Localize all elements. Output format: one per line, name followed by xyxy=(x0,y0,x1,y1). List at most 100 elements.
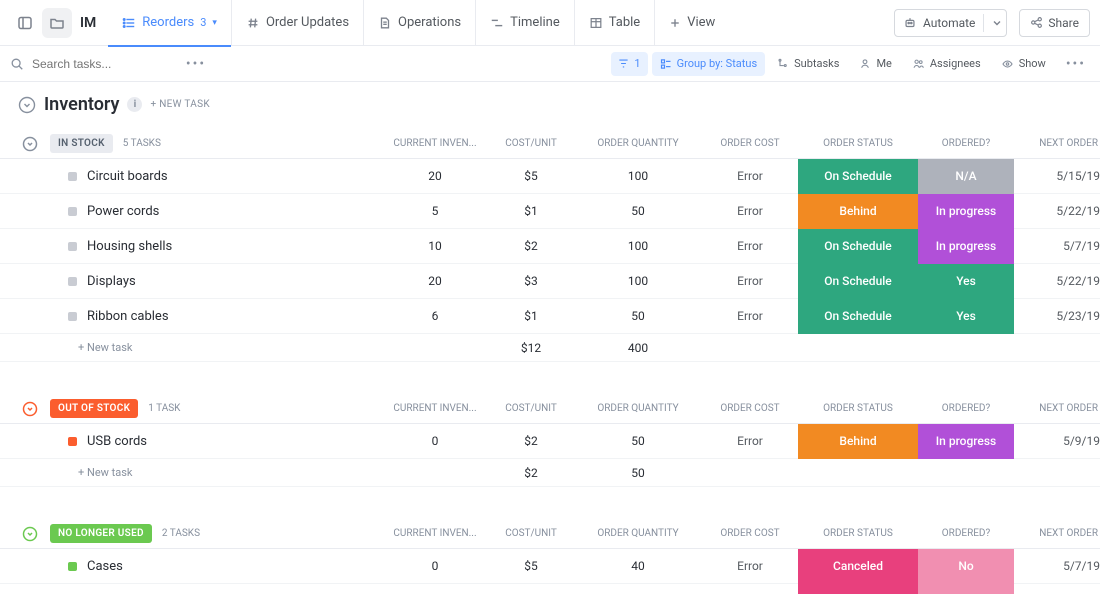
tab-reorders[interactable]: Reorders3▾ xyxy=(108,0,231,46)
cell-qty[interactable]: 50 xyxy=(574,204,702,218)
cell-status[interactable]: Canceled xyxy=(798,549,918,584)
cell-cost[interactable]: $5 xyxy=(488,169,574,183)
group-status-pill[interactable]: IN STOCK xyxy=(50,134,113,153)
cell-status[interactable]: Behind xyxy=(798,194,918,229)
tab-operations[interactable]: Operations xyxy=(363,0,475,46)
tab-timeline[interactable]: Timeline xyxy=(475,0,574,46)
cell-ordered[interactable]: In progress xyxy=(918,194,1014,229)
new-task-button[interactable]: + New task xyxy=(78,341,132,354)
col-status[interactable]: ORDER STATUS xyxy=(798,403,918,414)
cell-status[interactable]: Canceled xyxy=(798,584,918,594)
table-row[interactable]: Circuit boards 20 $5 100 Error On Schedu… xyxy=(0,159,1100,194)
col-status[interactable]: ORDER STATUS xyxy=(798,528,918,539)
col-order-cost[interactable]: ORDER COST xyxy=(702,138,798,149)
cell-order-cost[interactable]: Error xyxy=(702,434,798,448)
cell-ordered[interactable]: Yes xyxy=(918,299,1014,334)
cell-inventory[interactable]: 10 xyxy=(382,239,488,253)
cell-ordered[interactable]: N/A xyxy=(918,159,1014,194)
cell-order-cost[interactable]: Error xyxy=(702,169,798,183)
col-inventory[interactable]: CURRENT INVEN... xyxy=(382,138,488,149)
table-row[interactable]: Ribbon cables 6 $1 50 Error On Schedule … xyxy=(0,299,1100,334)
cell-next-order[interactable]: 5/9/19 xyxy=(1014,434,1100,448)
cell-next-order[interactable]: 5/7/19 xyxy=(1014,239,1100,253)
cell-qty[interactable]: 100 xyxy=(574,239,702,253)
cell-status[interactable]: On Schedule xyxy=(798,264,918,299)
cell-order-cost[interactable]: Error xyxy=(702,204,798,218)
groupby-chip[interactable]: Group by: Status xyxy=(652,52,766,76)
table-row[interactable]: USB cords 0 $2 50 Error Behind In progre… xyxy=(0,424,1100,459)
cell-qty[interactable]: 100 xyxy=(574,274,702,288)
group-status-pill[interactable]: NO LONGER USED xyxy=(50,524,152,543)
cell-cost[interactable]: $2 xyxy=(488,239,574,253)
cell-qty[interactable]: 50 xyxy=(574,309,702,323)
search-box[interactable] xyxy=(10,56,160,72)
tab-view[interactable]: View xyxy=(654,0,729,46)
col-inventory[interactable]: CURRENT INVEN... xyxy=(382,403,488,414)
cell-ordered[interactable]: No xyxy=(918,584,1014,594)
cell-cost[interactable]: $2 xyxy=(488,434,574,448)
search-input[interactable] xyxy=(30,56,160,72)
col-order-cost[interactable]: ORDER COST xyxy=(702,528,798,539)
cell-ordered[interactable]: In progress xyxy=(918,424,1014,459)
cell-ordered[interactable]: Yes xyxy=(918,264,1014,299)
cell-inventory[interactable]: 0 xyxy=(382,434,488,448)
col-next-order[interactable]: NEXT ORDER xyxy=(1014,403,1100,414)
col-qty[interactable]: ORDER QUANTITY xyxy=(574,528,702,539)
cell-cost[interactable]: $1 xyxy=(488,204,574,218)
col-ordered[interactable]: ORDERED? xyxy=(918,528,1014,539)
cell-cost[interactable]: $1 xyxy=(488,309,574,323)
group-collapse-icon[interactable] xyxy=(22,526,38,542)
cell-next-order[interactable]: 5/23/19 xyxy=(1014,309,1100,323)
col-status[interactable]: ORDER STATUS xyxy=(798,138,918,149)
filter-count-chip[interactable]: 1 xyxy=(611,52,647,76)
col-next-order[interactable]: NEXT ORDER xyxy=(1014,138,1100,149)
table-row[interactable]: Displays 20 $3 100 Error On Schedule Yes… xyxy=(0,264,1100,299)
col-inventory[interactable]: CURRENT INVEN... xyxy=(382,528,488,539)
group-collapse-icon[interactable] xyxy=(22,136,38,152)
cell-next-order[interactable]: 5/22/19 xyxy=(1014,204,1100,218)
new-task-header-button[interactable]: + NEW TASK xyxy=(150,99,209,110)
cell-cost[interactable]: $5 xyxy=(488,559,574,573)
automate-button[interactable]: Automate xyxy=(894,9,1007,37)
col-cost[interactable]: COST/UNIT xyxy=(488,403,574,414)
cell-inventory[interactable]: 5 xyxy=(382,204,488,218)
col-qty[interactable]: ORDER QUANTITY xyxy=(574,403,702,414)
col-ordered[interactable]: ORDERED? xyxy=(918,138,1014,149)
cell-order-cost[interactable]: Error xyxy=(702,559,798,573)
cell-order-cost[interactable]: Error xyxy=(702,239,798,253)
cell-ordered[interactable]: In progress xyxy=(918,229,1014,264)
sidebar-toggle-icon[interactable] xyxy=(10,8,40,38)
group-collapse-icon[interactable] xyxy=(22,401,38,417)
cell-status[interactable]: Behind xyxy=(798,424,918,459)
me-chip[interactable]: Me xyxy=(851,52,899,76)
toolbar-more-icon[interactable]: ••• xyxy=(1058,56,1090,72)
cell-status[interactable]: On Schedule xyxy=(798,229,918,264)
subtasks-chip[interactable]: Subtasks xyxy=(769,52,847,76)
col-order-cost[interactable]: ORDER COST xyxy=(702,403,798,414)
col-ordered[interactable]: ORDERED? xyxy=(918,403,1014,414)
folder-icon[interactable] xyxy=(42,8,72,38)
cell-cost[interactable]: $3 xyxy=(488,274,574,288)
table-row[interactable]: Cases 0 $5 40 Error Canceled No 5/7/19 xyxy=(0,549,1100,584)
table-row[interactable]: Capacitors 0 $1 300 Error Canceled No 5/… xyxy=(0,584,1100,594)
cell-inventory[interactable]: 6 xyxy=(382,309,488,323)
cell-next-order[interactable]: 5/15/19 xyxy=(1014,169,1100,183)
cell-status[interactable]: On Schedule xyxy=(798,159,918,194)
cell-next-order[interactable]: 5/7/19 xyxy=(1014,559,1100,573)
col-next-order[interactable]: NEXT ORDER xyxy=(1014,528,1100,539)
cell-ordered[interactable]: No xyxy=(918,549,1014,584)
cell-qty[interactable]: 40 xyxy=(574,559,702,573)
cell-order-cost[interactable]: Error xyxy=(702,309,798,323)
cell-inventory[interactable]: 20 xyxy=(382,169,488,183)
cell-status[interactable]: On Schedule xyxy=(798,299,918,334)
cell-inventory[interactable]: 0 xyxy=(382,559,488,573)
share-button[interactable]: Share xyxy=(1019,9,1090,37)
table-row[interactable]: Power cords 5 $1 50 Error Behind In prog… xyxy=(0,194,1100,229)
col-qty[interactable]: ORDER QUANTITY xyxy=(574,138,702,149)
cell-inventory[interactable]: 20 xyxy=(382,274,488,288)
cell-qty[interactable]: 50 xyxy=(574,434,702,448)
table-row[interactable]: Housing shells 10 $2 100 Error On Schedu… xyxy=(0,229,1100,264)
show-chip[interactable]: Show xyxy=(993,52,1054,76)
assignees-chip[interactable]: Assignees xyxy=(904,52,989,76)
new-task-button[interactable]: + New task xyxy=(78,466,132,479)
